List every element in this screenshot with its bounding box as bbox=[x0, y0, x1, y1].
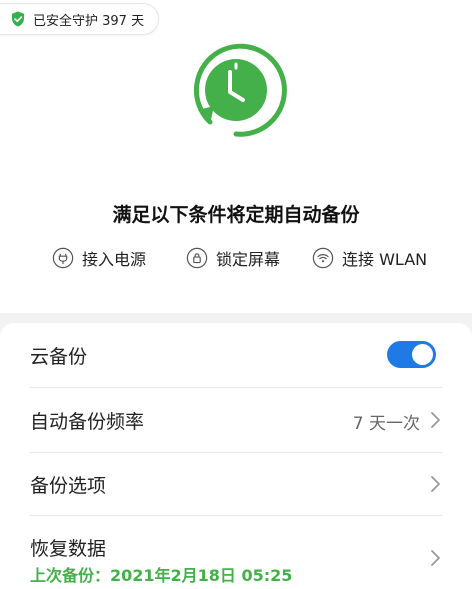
protection-days-text: 已安全守护 397 天 bbox=[33, 13, 145, 29]
condition-power-label: 接入电源 bbox=[82, 250, 147, 269]
condition-wlan-label: 连接 WLAN bbox=[342, 250, 428, 269]
cloud-backup-label: 云备份 bbox=[30, 345, 88, 368]
condition-wlan: 连接 WLAN bbox=[312, 246, 427, 270]
shield-check-icon bbox=[9, 10, 27, 28]
auto-backup-conditions-title: 满足以下条件将定期自动备份 bbox=[112, 204, 360, 226]
condition-power: 接入电源 bbox=[52, 246, 146, 270]
backup-options-row[interactable]: 备份选项 bbox=[30, 453, 442, 515]
condition-lock: 锁定屏幕 bbox=[186, 246, 280, 270]
divider bbox=[30, 515, 442, 516]
last-backup-time: 上次备份：2021年2月18日 05:25 bbox=[30, 566, 293, 585]
lock-icon bbox=[186, 247, 208, 269]
condition-lock-label: 锁定屏幕 bbox=[216, 250, 281, 269]
chevron-right-icon bbox=[430, 549, 442, 567]
power-plug-icon bbox=[52, 247, 74, 269]
backup-options-label: 备份选项 bbox=[30, 474, 107, 497]
chevron-right-icon bbox=[430, 411, 442, 429]
auto-backup-clock-icon bbox=[184, 38, 288, 142]
cloud-backup-toggle[interactable] bbox=[387, 341, 436, 368]
cloud-backup-row[interactable]: 云备份 bbox=[30, 323, 442, 387]
toggle-knob bbox=[412, 344, 433, 365]
backup-frequency-value: 7 天一次 bbox=[352, 414, 420, 434]
backup-header-panel: 已安全守护 397 天 满足以下条件将定期自动备份 接入电源 锁定屏幕 连接 W… bbox=[0, 0, 472, 313]
backup-settings-card: 云备份 自动备份频率 7 天一次 备份选项 恢复数据 上次备份：2021年2月1… bbox=[0, 323, 472, 589]
restore-data-row[interactable]: 恢复数据 bbox=[30, 533, 442, 561]
chevron-right-icon bbox=[430, 475, 442, 493]
wifi-icon bbox=[312, 247, 334, 269]
restore-data-label: 恢复数据 bbox=[30, 537, 107, 560]
backup-conditions-list: 接入电源 锁定屏幕 连接 WLAN bbox=[0, 246, 472, 272]
backup-frequency-label: 自动备份频率 bbox=[30, 410, 145, 433]
protection-days-badge[interactable]: 已安全守护 397 天 bbox=[0, 3, 160, 35]
